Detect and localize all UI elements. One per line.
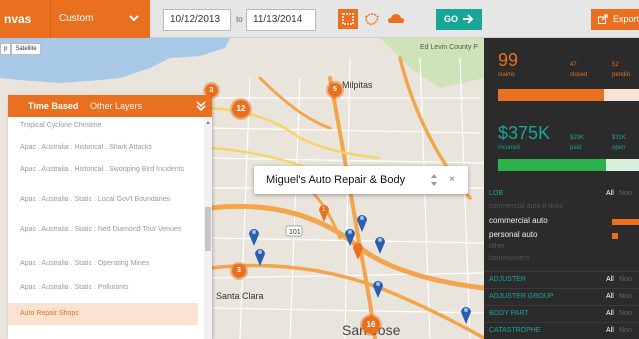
map-type-satellite[interactable]: Satellite — [11, 43, 41, 55]
filter-all-toggle[interactable]: All — [606, 276, 614, 283]
layer-item[interactable]: Apac . Australia . Static . Ned Diamond … — [8, 225, 198, 234]
filter-row-catastrophe[interactable]: CATASTROPHE All Non — [484, 322, 639, 339]
filter-row-body-part[interactable]: BODY PART All Non — [484, 305, 639, 322]
filter-all-toggle[interactable]: All — [606, 310, 614, 317]
cloud-icon[interactable] — [386, 9, 406, 29]
layer-item-active[interactable]: Auto Repair Shops — [8, 303, 198, 325]
blue-location-pin[interactable] — [356, 212, 368, 232]
filter-none-toggle[interactable]: Non — [619, 310, 632, 317]
blue-location-pin[interactable] — [372, 278, 384, 298]
closed-label: closed — [570, 72, 588, 78]
filter-label: ADJUSTER — [489, 276, 526, 283]
layer-item[interactable]: Apac . Australia . Static . Operating Mi… — [8, 259, 198, 268]
lob-item[interactable]: commercial auto-8-ticks — [489, 203, 563, 210]
open-amount: $31K — [612, 135, 627, 141]
layer-item[interactable]: Tropical Cyclone Christine — [8, 121, 198, 130]
blue-location-pin[interactable] — [344, 226, 356, 246]
cluster-marker[interactable]: 3 — [230, 262, 248, 280]
layer-list-scrollbar[interactable] — [204, 117, 212, 339]
blue-location-pin[interactable] — [374, 234, 386, 254]
blue-location-pin[interactable] — [248, 226, 260, 246]
closed-count: 47 — [570, 62, 577, 68]
lob-none-toggle[interactable]: Non — [619, 190, 632, 197]
filter-none-toggle[interactable]: Non — [619, 293, 632, 300]
incurred-label: incurred — [498, 145, 520, 151]
go-button[interactable]: GO — [436, 9, 482, 30]
tab-other-layers[interactable]: Other Layers — [90, 95, 142, 117]
filter-all-toggle[interactable]: All — [606, 293, 614, 300]
claims-label: claims — [498, 72, 516, 78]
map-info-popup: Miguel's Auto Repair & Body × — [254, 166, 468, 194]
date-from-input[interactable]: 10/12/2013 — [163, 9, 231, 31]
place-ed-levin: Ed Levin County P — [420, 44, 478, 51]
stats-panel: 99 claims 47 closed 52 pendin $375K incu… — [484, 38, 639, 339]
scrollbar-thumb[interactable] — [205, 207, 211, 251]
date-range-preset-select[interactable]: Custom — [50, 0, 150, 38]
layer-item[interactable]: Apac . Australia . Historical . Swooping… — [8, 165, 198, 174]
lob-item[interactable]: commercial auto — [489, 216, 548, 225]
popup-title: Miguel's Auto Repair & Body — [266, 174, 406, 186]
cluster-marker[interactable]: 12 — [230, 98, 252, 120]
paid-label: paid — [570, 145, 582, 151]
double-chevron-down-icon[interactable] — [196, 100, 206, 112]
export-label: Export — [613, 14, 639, 24]
open-label: open — [612, 145, 626, 151]
layer-list: Tropical Cyclone Christine Apac . Austra… — [8, 117, 204, 339]
filter-all-toggle[interactable]: All — [606, 327, 614, 334]
filter-none-toggle[interactable]: Non — [619, 327, 632, 334]
map-type-map[interactable]: p — [0, 43, 12, 55]
layer-item[interactable]: Apac . Australia . Static . Local Gov't … — [8, 195, 198, 204]
date-to-input[interactable]: 11/13/2014 — [246, 9, 316, 31]
pending-label: pendin — [612, 72, 631, 78]
lob-item[interactable]: homeowners — [489, 255, 529, 262]
layer-tabs: Time Based Other Layers — [8, 95, 212, 117]
layer-item[interactable]: Apac . Australia . Static . Pollutants — [8, 283, 198, 292]
go-label: GO — [444, 14, 459, 24]
layer-item[interactable]: Apac . Australia . Historical . Shark At… — [8, 143, 198, 152]
paid-amount: $29K — [570, 135, 585, 141]
map-type-control[interactable]: p Satellite — [0, 43, 41, 55]
scroll-up-icon[interactable] — [206, 121, 210, 124]
export-icon — [598, 14, 608, 24]
rectangle-select-icon[interactable] — [338, 9, 358, 29]
date-separator: to — [236, 15, 243, 24]
lob-all-toggle[interactable]: All — [606, 190, 614, 197]
lasso-select-icon[interactable] — [362, 9, 382, 29]
filter-label: CATASTROPHE — [489, 327, 541, 334]
lob-bar-commercial — [612, 219, 639, 225]
scroll-arrows-icon[interactable] — [430, 173, 438, 187]
claims-bar-pending — [604, 89, 639, 101]
place-milpitas: Milpitas — [342, 80, 373, 90]
incurred-amount: $375K — [498, 123, 551, 143]
cluster-marker[interactable]: 5 — [326, 81, 344, 99]
app-brand: nvas — [0, 0, 50, 38]
arrow-right-icon — [463, 14, 474, 24]
date-range-preset-label: Custom — [59, 13, 94, 24]
orange-location-pin[interactable]: 1 — [318, 202, 330, 222]
tab-time-based[interactable]: Time Based — [28, 95, 78, 117]
filter-row-adjuster-group[interactable]: ADJUSTER GROUP All Non — [484, 288, 639, 305]
filter-row-adjuster[interactable]: ADJUSTER All Non — [484, 271, 639, 288]
route-shield-101: 101 — [289, 229, 301, 236]
chevron-down-icon — [129, 15, 139, 22]
lob-item[interactable]: other — [489, 243, 505, 250]
lob-item[interactable]: personal auto — [489, 230, 537, 239]
app-root: nvas Custom 10/12/2013 to 11/13/2014 GO — [0, 0, 639, 339]
lob-bar-personal — [612, 233, 618, 239]
cluster-marker[interactable]: 16 — [360, 314, 382, 336]
top-toolbar: nvas Custom 10/12/2013 to 11/13/2014 GO — [0, 0, 639, 38]
popup-close-button[interactable]: × — [449, 166, 455, 194]
filter-none-toggle[interactable]: Non — [619, 276, 632, 283]
export-button[interactable]: Export — [591, 9, 639, 30]
blue-location-pin[interactable] — [460, 304, 472, 324]
pending-count: 52 — [612, 62, 619, 68]
claims-count: 99 — [498, 50, 519, 70]
lob-title: LOB — [489, 190, 504, 197]
incurred-bar-open — [606, 159, 639, 171]
blue-location-pin[interactable] — [254, 246, 266, 266]
filter-label: ADJUSTER GROUP — [489, 293, 554, 300]
place-santa-clara: Santa Clara — [216, 291, 264, 301]
filter-label: BODY PART — [489, 310, 529, 317]
layer-panel: Time Based Other Layers Tropical Cyclone… — [8, 95, 212, 339]
